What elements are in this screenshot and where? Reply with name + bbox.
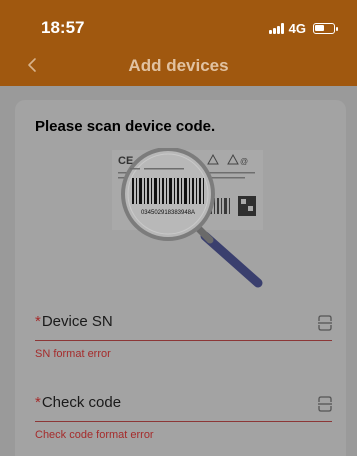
device-sn-label-text: Device SN [41, 313, 113, 330]
status-time: 18:57 [41, 18, 85, 37]
battery-icon [313, 23, 338, 34]
device-sn-error: SN format error [35, 348, 111, 360]
scan-instruction: Please scan device code. [35, 118, 216, 135]
barcode-scan-illustration: CE UK @ 034502918383948A [112, 148, 263, 288]
svg-text:@: @ [240, 157, 248, 166]
header-bar: 18:57 4G Add devices [0, 0, 357, 86]
signal-icon [268, 23, 284, 34]
required-mark: * [35, 313, 41, 330]
barcode-number: 034502918383948A [141, 210, 195, 216]
device-sn-label: *Device SN [35, 313, 113, 330]
check-code-input[interactable]: *Check code [35, 384, 332, 422]
page-title: Add devices [128, 56, 229, 75]
scan-icon[interactable] [318, 315, 332, 331]
device-sn-field[interactable]: *Device SN SN format error [35, 303, 332, 360]
check-code-label: *Check code [35, 394, 121, 411]
check-code-field[interactable]: *Check code Check code format error [35, 384, 332, 441]
device-sn-input[interactable]: *Device SN [35, 303, 332, 341]
check-code-error: Check code format error [35, 429, 154, 441]
check-code-label-text: Check code [41, 394, 122, 411]
scan-icon[interactable] [318, 396, 332, 412]
network-label: 4G [288, 21, 306, 36]
required-mark: * [35, 394, 41, 411]
status-indicators: 4G [268, 21, 338, 36]
